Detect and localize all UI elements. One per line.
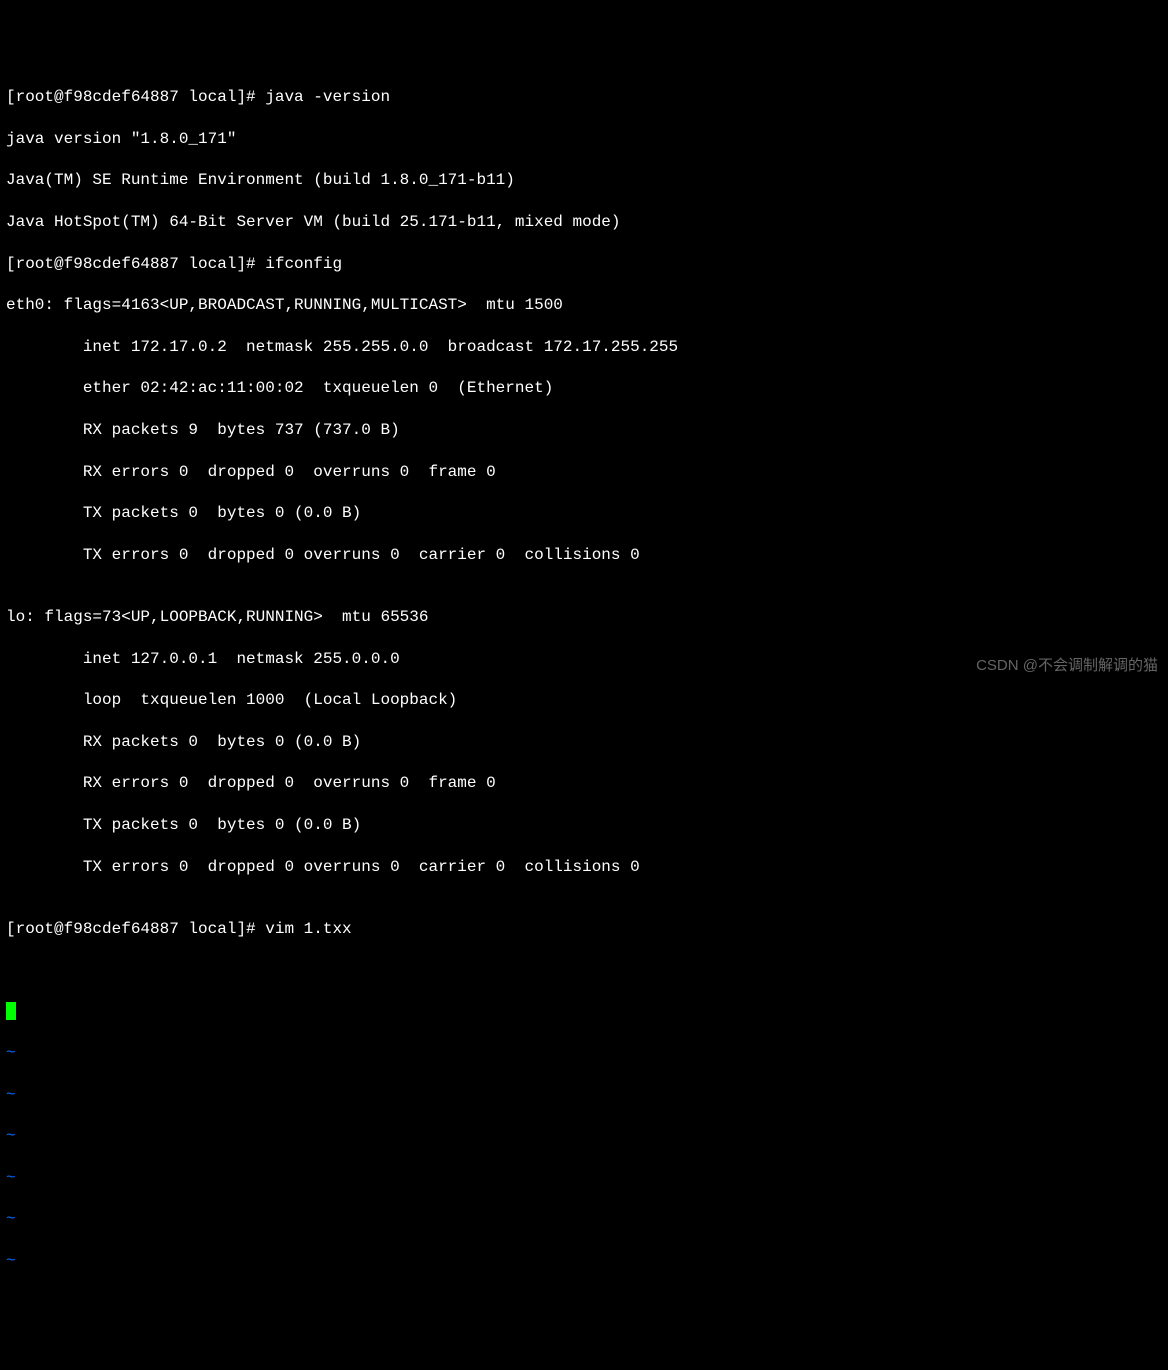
terminal-output-line: RX packets 0 bytes 0 (0.0 B) [6, 732, 1162, 753]
vim-empty-line: ~ [6, 1251, 1162, 1272]
terminal-output-line: [root@f98cdef64887 local]# java -version [6, 87, 1162, 108]
terminal-output-line: TX errors 0 dropped 0 overruns 0 carrier… [6, 857, 1162, 878]
vim-empty-line: ~ [6, 1085, 1162, 1106]
terminal-output-line: TX packets 0 bytes 0 (0.0 B) [6, 503, 1162, 524]
terminal-output-line: [root@f98cdef64887 local]# ifconfig [6, 254, 1162, 275]
terminal-output-line: ether 02:42:ac:11:00:02 txqueuelen 0 (Et… [6, 378, 1162, 399]
terminal-output-line: TX errors 0 dropped 0 overruns 0 carrier… [6, 545, 1162, 566]
vim-empty-line: ~ [6, 1043, 1162, 1064]
terminal-output-line: eth0: flags=4163<UP,BROADCAST,RUNNING,MU… [6, 295, 1162, 316]
terminal-output-line: RX errors 0 dropped 0 overruns 0 frame 0 [6, 462, 1162, 483]
vim-empty-line: ~ [6, 1126, 1162, 1147]
terminal-output-line: inet 172.17.0.2 netmask 255.255.0.0 broa… [6, 337, 1162, 358]
terminal-output-line: [root@f98cdef64887 local]# vim 1.txx [6, 919, 1162, 940]
vim-cursor-line[interactable] [6, 1001, 1162, 1022]
watermark-text: CSDN @不会调制解调的猫 [976, 656, 1158, 676]
vim-empty-line: ~ [6, 1209, 1162, 1230]
cursor-icon [6, 1002, 16, 1020]
terminal-output-line: lo: flags=73<UP,LOOPBACK,RUNNING> mtu 65… [6, 607, 1162, 628]
terminal-output-line: loop txqueuelen 1000 (Local Loopback) [6, 690, 1162, 711]
terminal-output-line: TX packets 0 bytes 0 (0.0 B) [6, 815, 1162, 836]
terminal-output-line: Java(TM) SE Runtime Environment (build 1… [6, 170, 1162, 191]
terminal-output-line: RX packets 9 bytes 737 (737.0 B) [6, 420, 1162, 441]
terminal-output-line: RX errors 0 dropped 0 overruns 0 frame 0 [6, 773, 1162, 794]
terminal-output-line: java version "1.8.0_171" [6, 129, 1162, 150]
vim-empty-line: ~ [6, 1168, 1162, 1189]
terminal-output-line: Java HotSpot(TM) 64-Bit Server VM (build… [6, 212, 1162, 233]
